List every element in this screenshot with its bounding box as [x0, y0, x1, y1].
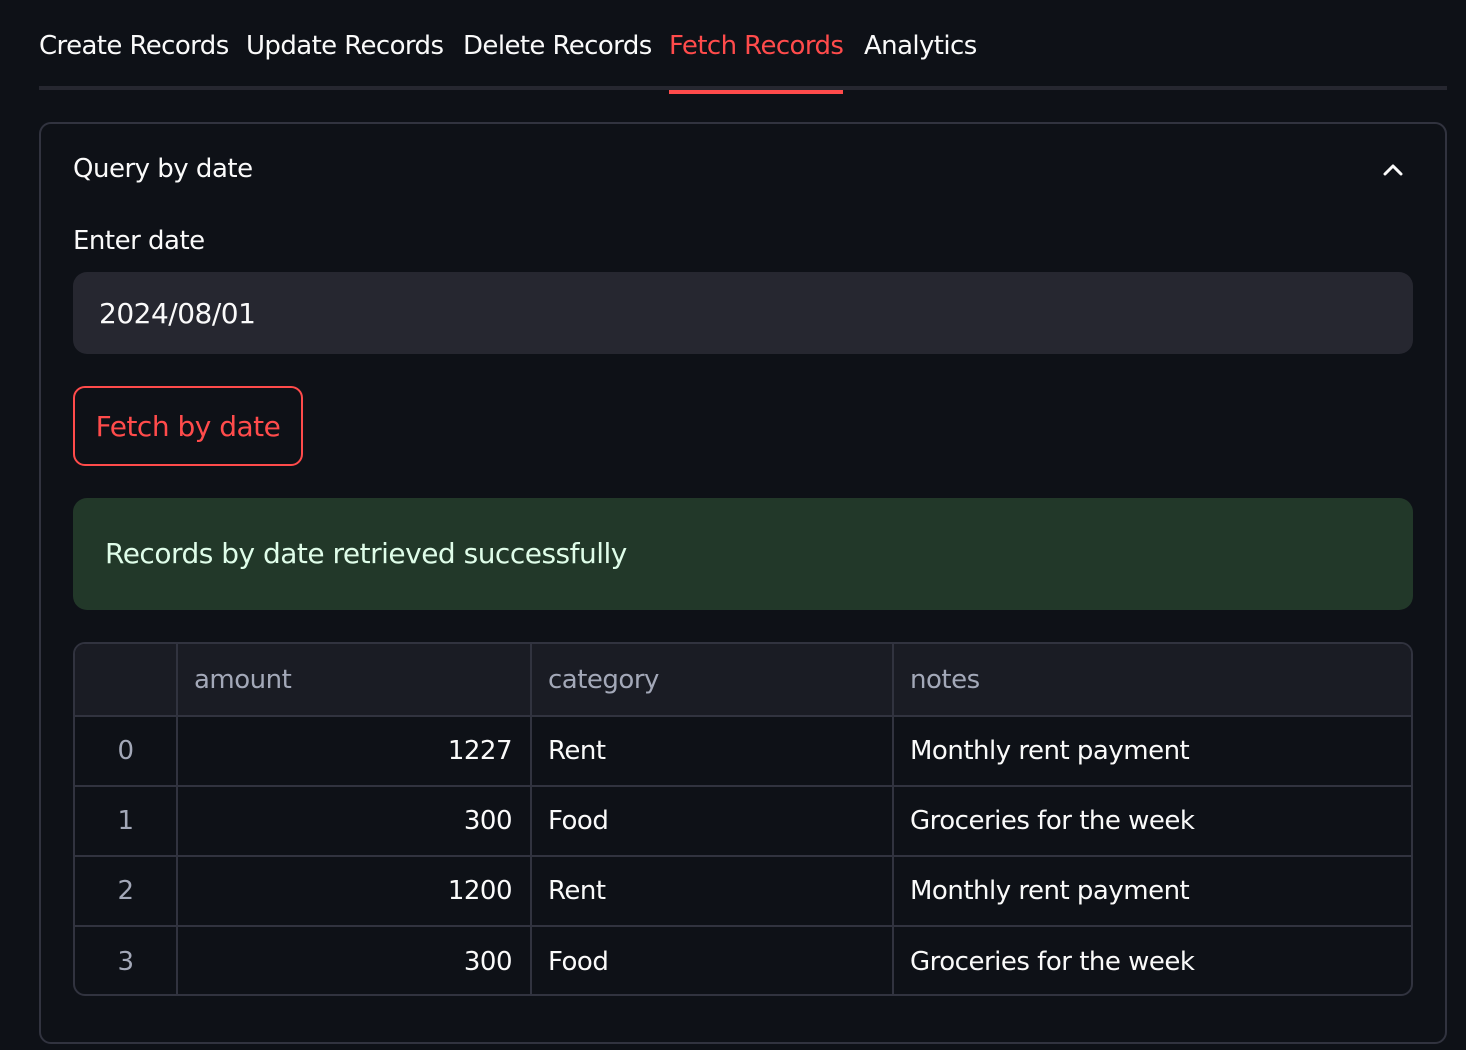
tab-fetch-records[interactable]: Fetch Records	[669, 0, 844, 94]
cell-amount[interactable]: 300	[177, 786, 532, 857]
tab-delete-records[interactable]: Delete Records	[463, 0, 652, 90]
table-row: 0 1227 Rent Monthly rent payment	[75, 716, 1411, 787]
tab-bar: Create Records Update Records Delete Rec…	[39, 0, 1447, 94]
fetch-by-date-button[interactable]: Fetch by date	[73, 386, 303, 466]
date-field-label: Enter date	[73, 226, 205, 256]
table-row: 1 300 Food Groceries for the week	[75, 786, 1411, 857]
row-index: 2	[75, 856, 178, 927]
cell-category[interactable]: Rent	[531, 856, 894, 927]
query-by-date-expander: Query by date Enter date Fetch by date R…	[39, 122, 1447, 1044]
cell-amount[interactable]: 300	[177, 926, 532, 994]
row-index: 0	[75, 716, 178, 787]
cell-category[interactable]: Rent	[531, 716, 894, 787]
table-row: 3 300 Food Groceries for the week	[75, 926, 1411, 994]
tab-create-records[interactable]: Create Records	[39, 0, 229, 90]
column-header-category[interactable]: category	[531, 644, 894, 717]
chevron-up-icon[interactable]	[1379, 156, 1407, 184]
column-header-amount[interactable]: amount	[177, 644, 532, 717]
table-header-row: amount category notes	[75, 644, 1411, 717]
expander-title[interactable]: Query by date	[73, 154, 253, 184]
cell-notes[interactable]: Monthly rent payment	[893, 856, 1411, 927]
date-input[interactable]	[73, 272, 1413, 354]
cell-notes[interactable]: Monthly rent payment	[893, 716, 1411, 787]
table-row: 2 1200 Rent Monthly rent payment	[75, 856, 1411, 927]
row-index: 1	[75, 786, 178, 857]
cell-amount[interactable]: 1200	[177, 856, 532, 927]
tab-update-records[interactable]: Update Records	[246, 0, 444, 90]
cell-notes[interactable]: Groceries for the week	[893, 926, 1411, 994]
cell-notes[interactable]: Groceries for the week	[893, 786, 1411, 857]
success-alert: Records by date retrieved successfully	[73, 498, 1413, 610]
records-table: amount category notes 0 1227 Rent Monthl…	[73, 642, 1413, 996]
tab-analytics[interactable]: Analytics	[864, 0, 977, 90]
cell-category[interactable]: Food	[531, 926, 894, 994]
cell-category[interactable]: Food	[531, 786, 894, 857]
row-index: 3	[75, 926, 178, 994]
column-header-index[interactable]	[75, 644, 178, 717]
column-header-notes[interactable]: notes	[893, 644, 1411, 717]
cell-amount[interactable]: 1227	[177, 716, 532, 787]
